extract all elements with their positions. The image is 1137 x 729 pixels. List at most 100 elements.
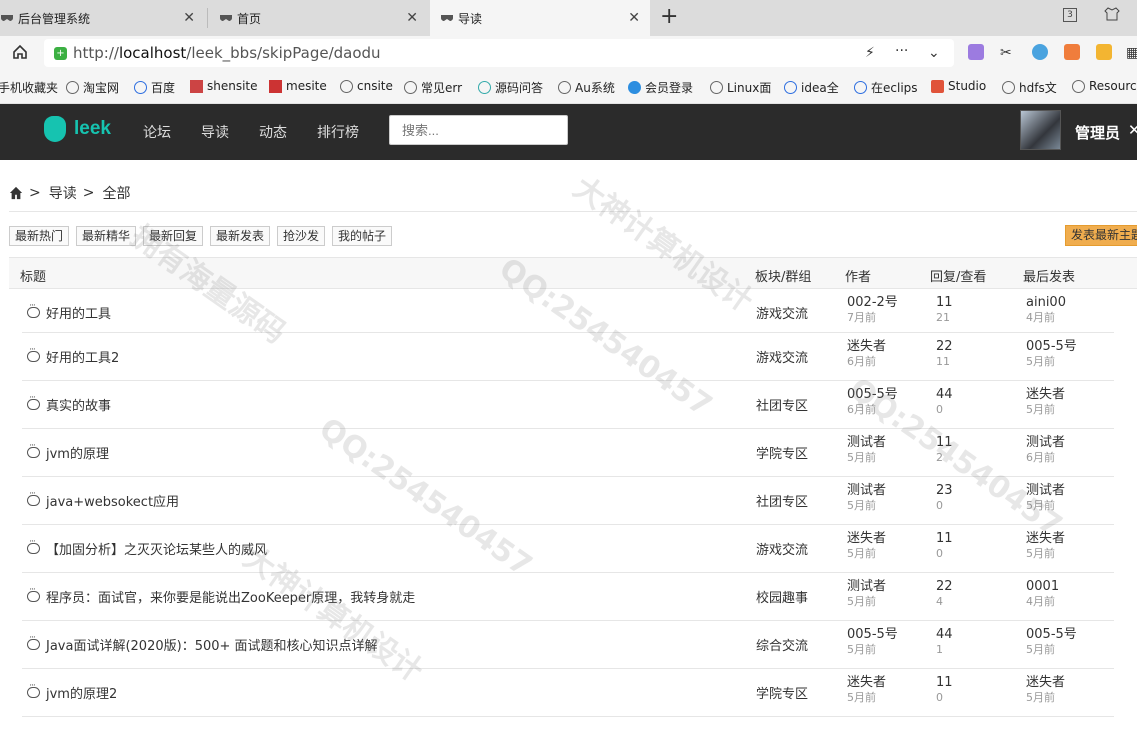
bookmark[interactable]: idea全	[784, 79, 839, 96]
table-row[interactable]: 【加固分析】之灭灭论坛某些人的威风 游戏交流 迷失者5月前 110 迷失者5月前	[22, 525, 1114, 573]
topic-last-post[interactable]: 005-5号 5月前	[1026, 627, 1077, 657]
filter-latest-reply-button[interactable]: 最新回复	[143, 226, 204, 246]
bookmark[interactable]: cnsite	[340, 79, 393, 93]
topic-last-post[interactable]: 测试者 6月前	[1026, 435, 1065, 465]
filter-hot-button[interactable]: 最新热门	[9, 226, 70, 246]
url-host: localhost	[118, 44, 187, 62]
topic-author[interactable]: 迷失者 5月前	[847, 675, 886, 705]
topic-author[interactable]: 迷失者 5月前	[847, 531, 886, 561]
table-row[interactable]: 好用的工具2 游戏交流 迷失者6月前 2211 005-5号5月前	[22, 333, 1114, 381]
tab-daodu[interactable]: 导读 ✕	[430, 0, 650, 36]
close-icon[interactable]: ✕	[406, 10, 418, 26]
filter-featured-button[interactable]: 最新精华	[76, 226, 137, 246]
home-icon[interactable]	[9, 186, 23, 200]
table-row[interactable]: 程序员：面试官，来你要是能说出ZooKeeper原理，我转身就走 校园趣事 测试…	[22, 573, 1114, 621]
tab-home[interactable]: 首页 ✕	[219, 0, 428, 36]
scissors-icon[interactable]: ✂	[1000, 45, 1012, 61]
bookmark[interactable]: Linux面	[710, 79, 771, 96]
logout-icon[interactable]: ✕	[1128, 121, 1137, 139]
topic-title[interactable]: jvm的原理	[27, 441, 109, 462]
new-tab-button[interactable]: +	[660, 4, 678, 29]
topic-title[interactable]: 【加固分析】之灭灭论坛某些人的威风	[27, 537, 267, 558]
topic-forum[interactable]: 综合交流	[756, 635, 808, 654]
tab-count-badge[interactable]: 3	[1063, 8, 1077, 22]
table-row[interactable]: jvm的原理2 学院专区 迷失者5月前 110 迷失者5月前	[22, 669, 1114, 717]
user-name[interactable]: 管理员	[1075, 122, 1120, 143]
topic-forum[interactable]: 游戏交流	[756, 347, 808, 366]
topic-forum[interactable]: 学院专区	[756, 683, 808, 702]
nav-ranking[interactable]: 排行榜	[317, 122, 359, 142]
bookmark[interactable]: Au系统	[558, 79, 615, 96]
topic-last-post[interactable]: 迷失者 5月前	[1026, 675, 1065, 705]
topic-title[interactable]: 真实的故事	[27, 393, 111, 414]
tab-admin[interactable]: 后台管理系统 ✕	[0, 0, 205, 36]
chevron-down-icon[interactable]: ⌄	[928, 45, 940, 61]
gamepad-icon[interactable]	[1064, 44, 1080, 60]
bookmark[interactable]: Resource	[1072, 79, 1137, 93]
bookmark[interactable]: Studio	[931, 79, 986, 93]
topic-last-post[interactable]: aini00 4月前	[1026, 295, 1066, 325]
topic-forum[interactable]: 游戏交流	[756, 303, 808, 322]
shirt-icon[interactable]	[1104, 7, 1120, 21]
nav-forum[interactable]: 论坛	[143, 122, 171, 142]
topic-author[interactable]: 迷失者 6月前	[847, 339, 886, 369]
topic-forum[interactable]: 校园趣事	[756, 587, 808, 606]
table-row[interactable]: Java面试详解(2020版)：500+ 面试题和核心知识点详解 综合交流 00…	[22, 621, 1114, 669]
topic-author[interactable]: 测试者 5月前	[847, 483, 886, 513]
topic-last-post[interactable]: 迷失者 5月前	[1026, 387, 1065, 417]
bookmark[interactable]: 手机收藏夹	[0, 79, 58, 96]
topic-author[interactable]: 测试者 5月前	[847, 579, 886, 609]
site-logo[interactable]: leek	[44, 116, 111, 142]
close-icon[interactable]: ✕	[183, 10, 195, 26]
topic-last-post[interactable]: 0001 4月前	[1026, 579, 1059, 609]
nav-dynamics[interactable]: 动态	[259, 122, 287, 142]
nav-daodu[interactable]: 导读	[201, 122, 229, 142]
topic-title[interactable]: 程序员：面试官，来你要是能说出ZooKeeper原理，我转身就走	[27, 585, 415, 606]
table-row[interactable]: java+websokect应用 社团专区 测试者5月前 230 测试者5月前	[22, 477, 1114, 525]
more-icon[interactable]: ···	[895, 43, 908, 59]
bookmark[interactable]: 会员登录	[628, 79, 693, 96]
close-icon[interactable]: ✕	[628, 10, 640, 26]
bookmark[interactable]: 源码问答	[478, 79, 543, 96]
topic-last-post[interactable]: 测试者 5月前	[1026, 483, 1065, 513]
table-row[interactable]: 真实的故事 社团专区 005-5号6月前 440 迷失者5月前	[22, 381, 1114, 429]
topic-title[interactable]: java+websokect应用	[27, 489, 179, 510]
bookmark[interactable]: 常见err	[404, 79, 462, 96]
translate-icon[interactable]	[968, 44, 984, 60]
topic-title[interactable]: 好用的工具2	[27, 345, 119, 366]
topic-author[interactable]: 005-5号 6月前	[847, 387, 898, 417]
topic-last-post[interactable]: 005-5号 5月前	[1026, 339, 1077, 369]
filter-sofa-button[interactable]: 抢沙发	[277, 226, 326, 246]
table-row[interactable]: 好用的工具 游戏交流 002-2号7月前 1121 aini004月前	[22, 289, 1114, 333]
topic-forum[interactable]: 游戏交流	[756, 539, 808, 558]
filter-latest-post-button[interactable]: 最新发表	[210, 226, 271, 246]
bookmark[interactable]: 淘宝网	[66, 79, 119, 96]
topic-title[interactable]: Java面试详解(2020版)：500+ 面试题和核心知识点详解	[27, 633, 378, 654]
topic-author[interactable]: 005-5号 5月前	[847, 627, 898, 657]
table-row[interactable]: jvm的原理 学院专区 测试者5月前 112 测试者6月前	[22, 429, 1114, 477]
home-icon[interactable]	[12, 44, 28, 60]
topic-forum[interactable]: 学院专区	[756, 443, 808, 462]
lightning-icon[interactable]: ⚡	[865, 45, 875, 61]
bookmark[interactable]: 在eclips	[854, 79, 918, 96]
new-topic-button[interactable]: 发表最新主题	[1065, 225, 1137, 246]
topic-forum[interactable]: 社团专区	[756, 491, 808, 510]
topic-forum[interactable]: 社团专区	[756, 395, 808, 414]
badge-icon[interactable]	[1096, 44, 1112, 60]
bookmark[interactable]: 百度	[134, 79, 175, 96]
topic-title[interactable]: 好用的工具	[27, 301, 111, 322]
breadcrumb-daodu[interactable]: 导读	[49, 183, 77, 203]
grid-icon[interactable]: ▦	[1126, 45, 1137, 61]
bookmark[interactable]: hdfs文	[1002, 79, 1057, 96]
topic-author[interactable]: 测试者 5月前	[847, 435, 886, 465]
topic-author[interactable]: 002-2号 7月前	[847, 295, 898, 325]
url-field[interactable]: + http://localhost/leek_bbs/skipPage/dao…	[44, 39, 954, 67]
bookmark[interactable]: shensite	[190, 79, 258, 93]
topic-title[interactable]: jvm的原理2	[27, 681, 117, 702]
avatar[interactable]	[1020, 110, 1061, 150]
filter-my-posts-button[interactable]: 我的帖子	[332, 226, 393, 246]
search-icon[interactable]	[1032, 44, 1048, 60]
topic-last-post[interactable]: 迷失者 5月前	[1026, 531, 1065, 561]
bookmark[interactable]: mesite	[269, 79, 327, 93]
search-input[interactable]	[389, 115, 568, 145]
